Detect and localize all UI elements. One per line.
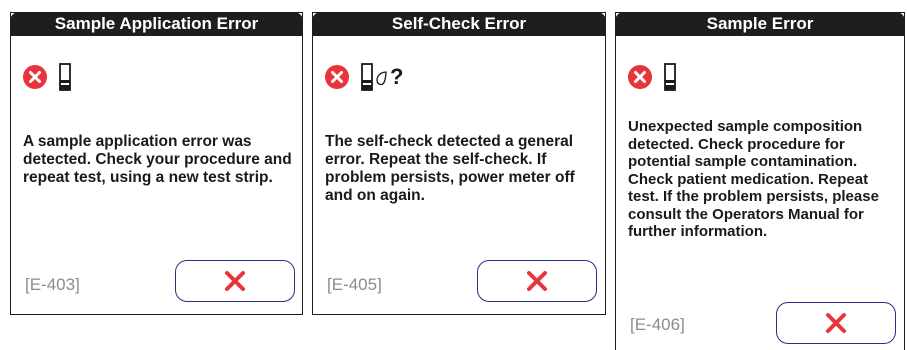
drop-icon bbox=[376, 71, 387, 86]
error-panel-sample-application: Sample Application Error A sample applic… bbox=[10, 12, 303, 315]
test-strip-icon bbox=[59, 63, 71, 91]
error-message: Unexpected sample composition detected. … bbox=[628, 118, 879, 240]
error-message: The self-check detected a general error.… bbox=[325, 133, 575, 204]
panel-title: Sample Error bbox=[615, 12, 905, 36]
panel-title: Self-Check Error bbox=[312, 12, 606, 36]
close-x-icon bbox=[527, 271, 547, 291]
icon-row bbox=[628, 61, 676, 93]
test-strip-icon bbox=[664, 63, 676, 91]
icon-row: ? bbox=[325, 61, 403, 93]
error-code: [E-406] bbox=[630, 315, 685, 334]
close-button[interactable] bbox=[175, 260, 295, 302]
error-circle-icon bbox=[23, 65, 47, 89]
error-panel-sample: Sample Error Unexpected sample compositi… bbox=[615, 12, 905, 350]
close-x-icon bbox=[225, 271, 245, 291]
panel-title: Sample Application Error bbox=[10, 12, 303, 36]
error-panel-self-check: Self-Check Error ? The self-check detect… bbox=[312, 12, 606, 315]
error-code: [E-405] bbox=[327, 275, 382, 294]
error-message: A sample application error was detected.… bbox=[23, 133, 292, 186]
close-button[interactable] bbox=[776, 302, 896, 344]
error-code: [E-403] bbox=[25, 275, 80, 294]
close-x-icon bbox=[826, 313, 846, 333]
error-circle-icon bbox=[628, 65, 652, 89]
test-strip-icon bbox=[361, 63, 373, 91]
error-circle-icon bbox=[325, 65, 349, 89]
question-mark-icon: ? bbox=[390, 64, 404, 89]
close-button[interactable] bbox=[477, 260, 597, 302]
icon-row bbox=[23, 61, 71, 93]
